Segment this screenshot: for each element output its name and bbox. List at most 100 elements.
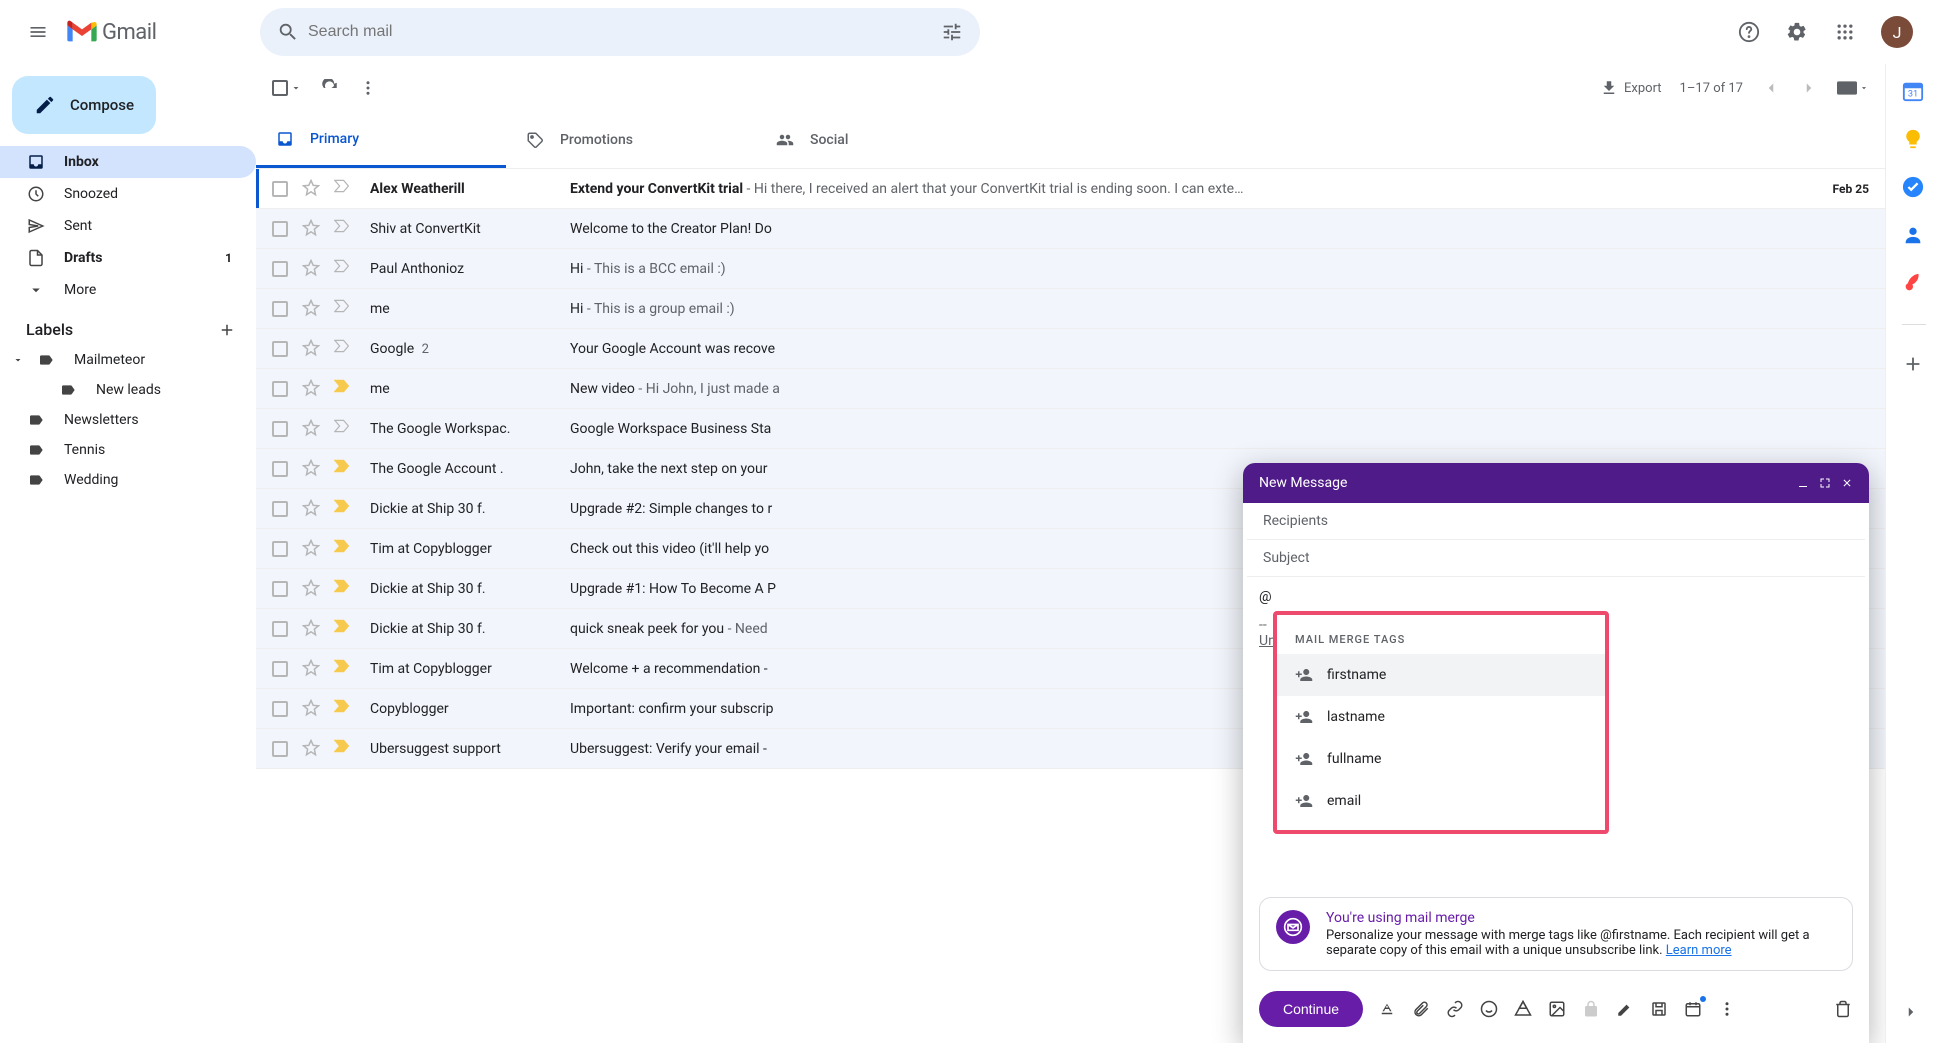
prev-page-button[interactable] <box>1761 78 1781 98</box>
image-button[interactable] <box>1547 999 1567 1019</box>
schedule-button[interactable] <box>1683 999 1703 1019</box>
select-all-checkbox[interactable] <box>272 80 302 96</box>
refresh-button[interactable] <box>320 78 340 98</box>
emoji-button[interactable] <box>1479 999 1499 1019</box>
label-mailmeteor[interactable]: Mailmeteor <box>0 345 256 375</box>
label-wedding[interactable]: Wedding <box>0 465 256 495</box>
star-button[interactable] <box>302 419 322 439</box>
recipients-field[interactable]: Recipients <box>1247 503 1865 540</box>
search-options-button[interactable] <box>932 12 972 52</box>
row-checkbox[interactable] <box>272 701 288 717</box>
importance-marker[interactable] <box>334 419 354 439</box>
mail-row[interactable]: Shiv at ConvertKitWelcome to the Creator… <box>256 209 1885 249</box>
more-button[interactable] <box>358 78 378 98</box>
signature-button[interactable] <box>1615 999 1635 1019</box>
tasks-addon[interactable] <box>1902 176 1926 200</box>
row-checkbox[interactable] <box>272 221 288 237</box>
mail-row[interactable]: Google 2Your Google Account was recove <box>256 329 1885 369</box>
importance-marker[interactable] <box>334 299 354 319</box>
attach-button[interactable] <box>1411 999 1431 1019</box>
mail-row[interactable]: Alex WeatherillExtend your ConvertKit tr… <box>256 169 1885 209</box>
drive-button[interactable] <box>1513 999 1533 1019</box>
next-page-button[interactable] <box>1799 78 1819 98</box>
learn-more-link[interactable]: Learn more <box>1666 943 1732 958</box>
close-compose-button[interactable] <box>1841 477 1853 489</box>
star-button[interactable] <box>302 619 322 639</box>
star-button[interactable] <box>302 299 322 319</box>
compose-button[interactable]: Compose <box>12 76 156 134</box>
row-checkbox[interactable] <box>272 501 288 517</box>
compose-body[interactable]: @ -- Un MAIL MERGE TAGS firstname <box>1243 577 1869 889</box>
keep-addon[interactable] <box>1902 128 1926 152</box>
tab-social[interactable]: Social <box>756 112 1006 168</box>
mail-row[interactable]: meNew video - Hi John, I just made a <box>256 369 1885 409</box>
star-button[interactable] <box>302 459 322 479</box>
nav-more[interactable]: More <box>0 274 256 306</box>
importance-marker[interactable] <box>334 259 354 279</box>
main-menu-button[interactable] <box>14 8 62 56</box>
confidential-button[interactable] <box>1581 999 1601 1019</box>
search-input[interactable] <box>308 23 932 41</box>
row-checkbox[interactable] <box>272 381 288 397</box>
importance-marker[interactable] <box>334 739 354 759</box>
importance-marker[interactable] <box>334 579 354 599</box>
settings-button[interactable] <box>1777 12 1817 52</box>
label-newsletters[interactable]: Newsletters <box>0 405 256 435</box>
star-button[interactable] <box>302 739 322 759</box>
input-tools-button[interactable] <box>1837 81 1869 95</box>
nav-inbox[interactable]: Inbox <box>0 146 256 178</box>
merge-item-fullname[interactable]: fullname <box>1277 738 1605 780</box>
compose-more-button[interactable] <box>1717 999 1737 1019</box>
mail-row[interactable]: The Google Workspac.Google Workspace Bus… <box>256 409 1885 449</box>
row-checkbox[interactable] <box>272 581 288 597</box>
row-checkbox[interactable] <box>272 461 288 477</box>
save-template-button[interactable] <box>1649 999 1669 1019</box>
row-checkbox[interactable] <box>272 181 288 197</box>
merge-item-email[interactable]: email <box>1277 780 1605 822</box>
merge-item-lastname[interactable]: lastname <box>1277 696 1605 738</box>
star-button[interactable] <box>302 659 322 679</box>
star-button[interactable] <box>302 379 322 399</box>
importance-marker[interactable] <box>334 379 354 399</box>
fullscreen-button[interactable] <box>1819 477 1831 489</box>
row-checkbox[interactable] <box>272 621 288 637</box>
discard-button[interactable] <box>1833 999 1853 1019</box>
row-checkbox[interactable] <box>272 341 288 357</box>
gmail-logo[interactable]: Gmail <box>66 20 156 45</box>
row-checkbox[interactable] <box>272 661 288 677</box>
importance-marker[interactable] <box>334 219 354 239</box>
star-button[interactable] <box>302 499 322 519</box>
mail-row[interactable]: Paul AnthoniozHi - This is a BCC email :… <box>256 249 1885 289</box>
nav-snoozed[interactable]: Snoozed <box>0 178 256 210</box>
mail-row[interactable]: meHi - This is a group email :) <box>256 289 1885 329</box>
importance-marker[interactable] <box>334 659 354 679</box>
mailmeteor-addon[interactable] <box>1902 272 1926 296</box>
star-button[interactable] <box>302 699 322 719</box>
star-button[interactable] <box>302 179 322 199</box>
row-checkbox[interactable] <box>272 421 288 437</box>
label-newleads[interactable]: New leads <box>0 375 256 405</box>
calendar-addon[interactable]: 31 <box>1902 80 1926 104</box>
star-button[interactable] <box>302 259 322 279</box>
compose-header[interactable]: New Message <box>1243 463 1869 503</box>
contacts-addon[interactable] <box>1902 224 1926 248</box>
row-checkbox[interactable] <box>272 261 288 277</box>
hide-sidepanel-button[interactable] <box>1902 1003 1926 1027</box>
search-button[interactable] <box>268 12 308 52</box>
star-button[interactable] <box>302 339 322 359</box>
star-button[interactable] <box>302 219 322 239</box>
account-avatar[interactable]: J <box>1881 16 1913 48</box>
tab-primary[interactable]: Primary <box>256 112 506 168</box>
export-button[interactable]: Export <box>1600 79 1662 97</box>
importance-marker[interactable] <box>334 459 354 479</box>
minimize-button[interactable] <box>1797 477 1809 489</box>
importance-marker[interactable] <box>334 499 354 519</box>
importance-marker[interactable] <box>334 699 354 719</box>
importance-marker[interactable] <box>334 179 354 199</box>
nav-drafts[interactable]: Drafts 1 <box>0 242 256 274</box>
format-button[interactable] <box>1377 999 1397 1019</box>
row-checkbox[interactable] <box>272 741 288 757</box>
support-button[interactable] <box>1729 12 1769 52</box>
star-button[interactable] <box>302 539 322 559</box>
apps-button[interactable] <box>1825 12 1865 52</box>
